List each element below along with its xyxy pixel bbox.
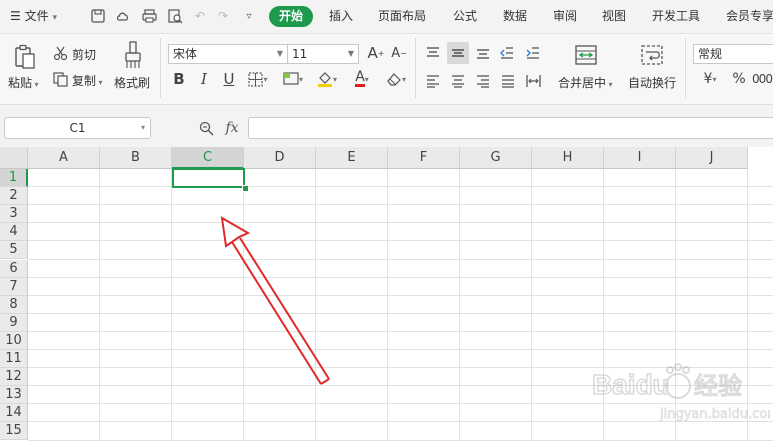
baidu-paw-logo: Baidu 经验 jingyan.baidu.com	[591, 363, 773, 422]
watermark-brand: Baidu	[592, 369, 670, 400]
baidu-watermark: Baidu 经验 jingyan.baidu.com	[590, 358, 773, 428]
watermark-url: jingyan.baidu.com	[659, 407, 770, 422]
watermark-sub: 经验	[694, 372, 742, 400]
